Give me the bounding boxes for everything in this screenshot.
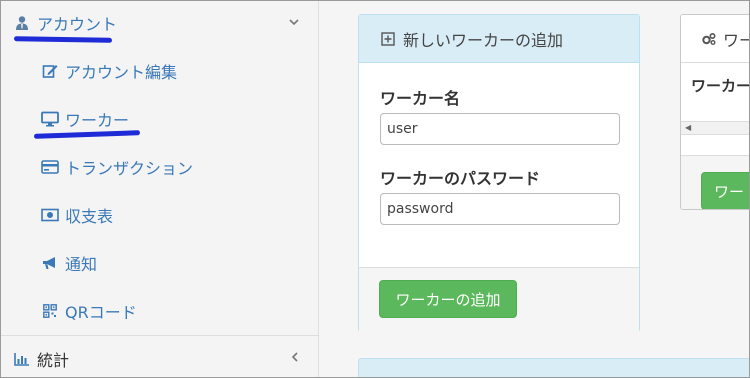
lower-panel <box>358 358 750 378</box>
user-tie-icon <box>13 14 31 32</box>
sidebar-item-stats[interactable]: 統計 <box>1 337 319 378</box>
credit-card-icon <box>41 158 59 176</box>
panel-footer: ワーカーの追加 <box>359 267 639 332</box>
sidebar-item-label: ワーカー <box>65 111 130 130</box>
sidebar: アカウント アカウント編集 ワーカー トランザクション 収支表 通知 QRコード… <box>1 1 319 377</box>
sidebar-item-label: 通知 <box>65 255 98 274</box>
sidebar-item-income-statement[interactable]: 収支表 <box>1 193 319 237</box>
worker-password-label: ワーカーのパスワード <box>380 169 541 188</box>
sidebar-item-label: アカウント <box>37 15 118 34</box>
bullhorn-icon <box>41 254 59 272</box>
horizontal-scrollbar[interactable]: ◀ <box>681 121 750 135</box>
worker-name-label: ワーカー名 <box>380 89 461 108</box>
sidebar-item-label: 収支表 <box>65 207 114 226</box>
add-worker-button[interactable]: ワーカーの追加 <box>379 280 517 318</box>
sidebar-item-label: アカウント編集 <box>65 63 178 82</box>
bar-chart-icon <box>13 350 31 368</box>
plus-square-icon <box>381 31 395 46</box>
sidebar-item-qrcode[interactable]: QRコード <box>1 289 319 333</box>
table-header-worker: ワーカー <box>691 77 750 95</box>
cogs-icon <box>701 32 717 46</box>
workers-action-button[interactable]: ワー <box>701 172 750 209</box>
desktop-icon <box>41 110 59 128</box>
panel-header: ワー <box>681 15 750 63</box>
edit-icon <box>41 62 59 80</box>
qrcode-icon <box>41 302 59 320</box>
sidebar-item-label: トランザクション <box>65 159 194 178</box>
sidebar-item-account-edit[interactable]: アカウント編集 <box>1 49 319 93</box>
panel-title: ワー <box>723 30 750 50</box>
sidebar-item-transactions[interactable]: トランザクション <box>1 145 319 189</box>
panel-title: 新しいワーカーの追加 <box>403 30 564 50</box>
worker-password-input[interactable] <box>380 193 620 225</box>
sidebar-item-label: 統計 <box>37 351 70 370</box>
sidebar-item-label: QRコード <box>65 303 137 322</box>
workers-list-panel: ワー ワーカー ◀ ワー <box>680 14 750 210</box>
chevron-down-icon[interactable] <box>289 15 299 30</box>
sidebar-item-notifications[interactable]: 通知 <box>1 241 319 285</box>
sidebar-divider <box>1 335 319 336</box>
chevron-left-icon[interactable] <box>291 351 299 366</box>
worker-name-input[interactable] <box>380 113 620 145</box>
add-worker-panel: 新しいワーカーの追加 ワーカー名 ワーカーのパスワード ワーカーの追加 <box>358 14 640 332</box>
panel-footer: ワー <box>681 155 750 209</box>
money-bill-icon <box>41 206 59 224</box>
panel-header: 新しいワーカーの追加 <box>359 15 639 63</box>
